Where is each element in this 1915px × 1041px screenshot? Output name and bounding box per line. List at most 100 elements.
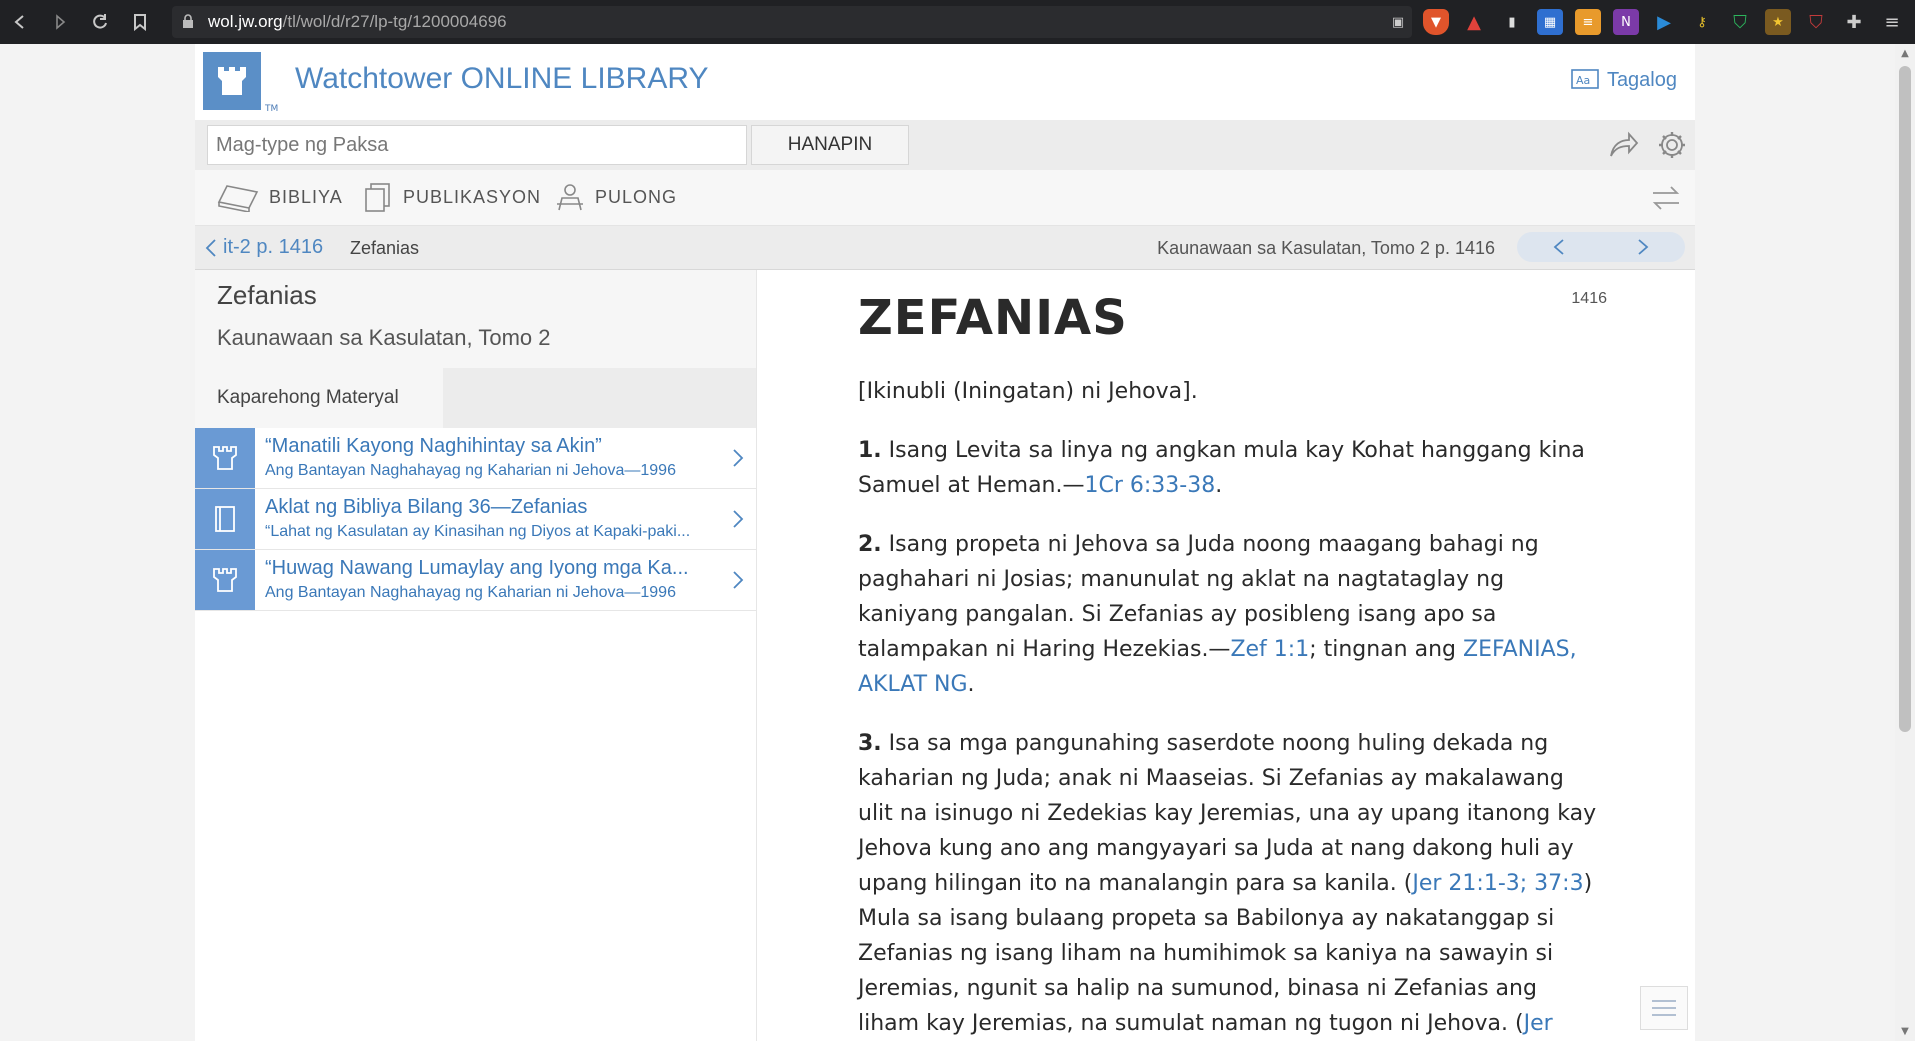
sidebar-title: Zefanias	[217, 280, 317, 310]
related-item-source: Ang Bantayan Naghahayag ng Kaharian ni J…	[265, 462, 676, 479]
ublock-icon[interactable]: ⛉	[1803, 9, 1829, 35]
lock-icon	[182, 14, 196, 30]
shield-ext-icon[interactable]: ⛉	[1727, 9, 1753, 35]
brave-shield-icon[interactable]: ▼	[1423, 9, 1449, 35]
back-icon[interactable]	[0, 0, 40, 44]
related-item-source: Ang Bantayan Naghahayag ng Kaharian ni J…	[265, 584, 676, 601]
page-background: TM Watchtower ONLINE LIBRARY Aa Tagalog …	[0, 44, 1915, 1041]
language-selector[interactable]: Aa Tagalog	[1571, 68, 1677, 92]
scripture-link[interactable]: Zef 1:1	[1230, 637, 1309, 662]
star-ext-icon[interactable]: ★	[1765, 9, 1791, 35]
bookmark-icon[interactable]	[120, 0, 160, 44]
related-item-source: “Lahat ng Kasulatan ay Kinasihan ng Diyo…	[265, 523, 691, 540]
calendar-ext-icon[interactable]: ▦	[1537, 9, 1563, 35]
article-paragraph: 2. Isang propeta ni Jehova sa Juda noong…	[858, 527, 1598, 702]
language-icon: Aa	[1571, 69, 1599, 89]
nav-publikasyon-label: PUBLIKASYON	[403, 186, 542, 207]
toc-menu-button[interactable]	[1640, 986, 1688, 1030]
onenote-ext-icon[interactable]: N	[1613, 9, 1639, 35]
translate-icon[interactable]: ▣	[1385, 9, 1411, 35]
nav-bibliya-label: BIBLIYA	[269, 186, 343, 207]
page-pager	[1517, 232, 1685, 262]
file-icon[interactable]: ▮	[1499, 9, 1525, 35]
related-item-title: “Huwag Nawang Lumaylay ang Iyong mga Ka.…	[265, 557, 689, 579]
gear-icon[interactable]	[1657, 130, 1687, 160]
search-button[interactable]: HANAPIN	[751, 125, 909, 165]
article-body: [Ikinubli (Iningatan) ni Jehova]. 1. Isa…	[858, 374, 1598, 1041]
swap-icon[interactable]	[1649, 184, 1683, 212]
nav-pulong-label: PULONG	[595, 186, 678, 207]
svg-text:Aa: Aa	[1576, 74, 1590, 87]
url-path: /tl/wol/d/r27/lp-tg/1200004696	[282, 12, 507, 31]
paragraph-text: .	[967, 672, 975, 697]
watchtower-logo-icon[interactable]	[203, 52, 261, 110]
url-host: wol.jw.org	[208, 12, 283, 31]
breadcrumb-back-link[interactable]: it-2 p. 1416	[205, 236, 323, 259]
browser-toolbar: wol.jw.org/tl/wol/d/r27/lp-tg/1200004696…	[0, 0, 1915, 44]
search-input[interactable]: Mag-type ng Paksa	[207, 125, 747, 165]
article-paragraph: 1. Isang Levita sa linya ng angkan mula …	[858, 433, 1598, 503]
main-nav: BIBLIYA PUBLIKASYON PULONG	[195, 170, 1695, 226]
reload-icon[interactable]	[80, 0, 120, 44]
chevron-left-icon	[205, 238, 216, 257]
brave-rewards-icon[interactable]: ▲	[1461, 9, 1487, 35]
puzzle-icon[interactable]: ✚	[1841, 9, 1867, 35]
scroll-up-icon[interactable]: ▲	[1899, 48, 1911, 59]
scripture-link[interactable]: Jer 21:1-3; 37:3	[1412, 871, 1583, 896]
tab-related-material[interactable]: Kaparehong Materyal	[195, 368, 443, 428]
search-bar: Mag-type ng Paksa HANAPIN	[195, 120, 1695, 170]
sidebar-subtitle: Kaunawaan sa Kasulatan, Tomo 2	[217, 325, 551, 350]
paragraph-text: ; tingnan ang	[1309, 637, 1463, 662]
share-icon[interactable]	[1607, 130, 1639, 160]
scroll-down-icon[interactable]: ▼	[1899, 1026, 1911, 1037]
site-container: TM Watchtower ONLINE LIBRARY Aa Tagalog …	[195, 44, 1695, 1041]
site-title[interactable]: Watchtower ONLINE LIBRARY	[295, 62, 708, 96]
sidebar-header: Zefanias Kaunawaan sa Kasulatan, Tomo 2	[195, 270, 756, 368]
related-item-title: “Manatili Kayong Naghihintay sa Akin”	[265, 435, 602, 457]
scripture-link[interactable]: 1Cr 6:33-38	[1085, 473, 1216, 498]
bible-icon	[217, 185, 259, 212]
chevron-left-icon	[1553, 239, 1564, 255]
site-header: TM Watchtower ONLINE LIBRARY Aa Tagalog	[195, 44, 1695, 120]
article-intro: [Ikinubli (Iningatan) ni Jehova].	[858, 379, 1198, 404]
next-page-button[interactable]	[1601, 232, 1685, 262]
nav-bibliya[interactable]: BIBLIYA	[217, 182, 343, 212]
address-bar[interactable]: wol.jw.org/tl/wol/d/r27/lp-tg/1200004696	[172, 6, 1412, 38]
breadcrumb-current: Zefanias	[350, 238, 420, 258]
paragraph-number: 2.	[858, 532, 882, 557]
meetings-icon	[557, 184, 583, 211]
article: 1416 ZEFANIAS [Ikinubli (Iningatan) ni J…	[758, 270, 1695, 1041]
key-ext-icon[interactable]: ⚷	[1689, 9, 1715, 35]
related-item-title: Aklat ng Bibliya Bilang 36—Zefanias	[265, 496, 588, 518]
watchtower-icon	[195, 550, 255, 610]
chevron-right-icon	[1638, 239, 1649, 255]
layers-ext-icon[interactable]: ≡	[1575, 9, 1601, 35]
related-item[interactable]: Aklat ng Bibliya Bilang 36—Zefanias “Lah…	[195, 489, 756, 550]
hamburger-icon	[1652, 1000, 1676, 1016]
menu-icon[interactable]: ≡	[1879, 9, 1905, 35]
previous-page-button[interactable]	[1517, 232, 1601, 262]
sidebar-tabs: Kaparehong Materyal	[195, 368, 756, 428]
related-item[interactable]: “Huwag Nawang Lumaylay ang Iyong mga Ka.…	[195, 550, 756, 611]
nav-publikasyon[interactable]: PUBLIKASYON	[363, 182, 541, 212]
bing-ext-icon[interactable]: ▶	[1651, 9, 1677, 35]
page-scrollbar[interactable]: ▲ ▼	[1895, 44, 1915, 1041]
scripture-link[interactable]: Jer	[1524, 1011, 1553, 1036]
scroll-thumb[interactable]	[1899, 66, 1911, 732]
chevron-right-icon	[720, 550, 756, 610]
article-title: ZEFANIAS	[858, 290, 1128, 346]
nav-pulong[interactable]: PULONG	[555, 182, 677, 212]
chevron-right-icon	[720, 489, 756, 549]
paragraph-number: 1.	[858, 438, 882, 463]
breadcrumb-back-label: it-2 p. 1416	[223, 236, 324, 258]
extension-bar: ▣ ▼ ▲ ▮ ▦ ≡ N ▶ ⚷ ⛉ ★ ⛉ ✚ ≡	[1385, 6, 1905, 38]
breadcrumb-publication: Kaunawaan sa Kasulatan, Tomo 2 p. 1416	[1157, 238, 1495, 258]
related-item[interactable]: “Manatili Kayong Naghihintay sa Akin” An…	[195, 428, 756, 489]
forward-icon[interactable]	[40, 0, 80, 44]
publications-icon	[365, 183, 390, 212]
article-paragraph: 3. Isa sa mga pangunahing saserdote noon…	[858, 726, 1598, 1041]
chevron-right-icon	[720, 428, 756, 488]
language-label: Tagalog	[1606, 68, 1677, 91]
book-icon	[195, 489, 255, 549]
sidebar: Zefanias Kaunawaan sa Kasulatan, Tomo 2 …	[195, 270, 757, 1041]
